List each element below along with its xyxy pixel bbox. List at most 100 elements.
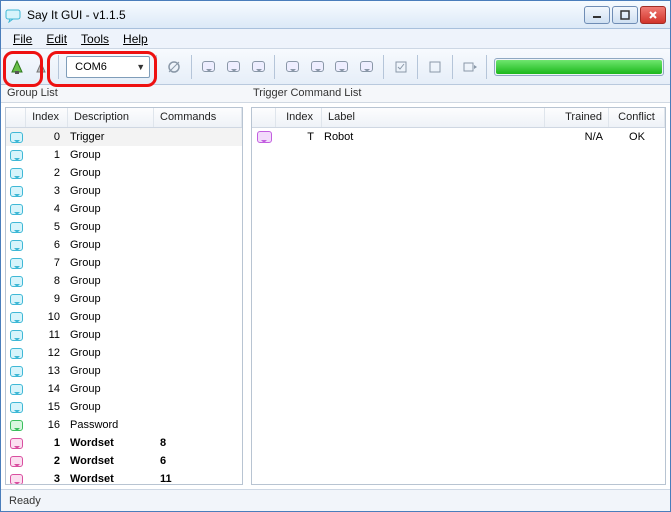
speech-bubble-icon xyxy=(10,168,23,179)
row-icon xyxy=(6,258,26,269)
table-row[interactable]: 10Group xyxy=(6,308,242,326)
row-index: 9 xyxy=(26,293,68,305)
table-row[interactable]: 4Group xyxy=(6,200,242,218)
close-button[interactable] xyxy=(640,6,666,24)
row-description: Wordset xyxy=(68,437,154,449)
speech-bubble-icon xyxy=(10,204,23,215)
table-row[interactable]: 12Group xyxy=(6,344,242,362)
table-row[interactable]: 2Wordset6 xyxy=(6,452,242,470)
minimize-button[interactable] xyxy=(584,6,610,24)
row-description: Group xyxy=(68,383,154,395)
row-description: Trigger xyxy=(68,131,154,143)
row-commands: 8 xyxy=(154,437,242,449)
speech-bubble-icon xyxy=(10,384,23,395)
menu-file[interactable]: File xyxy=(7,30,38,48)
row-index: 3 xyxy=(26,185,68,197)
table-row[interactable]: 1Wordset8 xyxy=(6,434,242,452)
row-description: Group xyxy=(68,203,154,215)
trigger-list-pane: Index Label Trained Conflict TRobotN/AOK xyxy=(251,107,666,485)
col-icon[interactable] xyxy=(252,108,276,127)
table-row[interactable]: 2Group xyxy=(6,164,242,182)
row-icon xyxy=(6,222,26,233)
row-description: Group xyxy=(68,167,154,179)
table-row[interactable]: 15Group xyxy=(6,398,242,416)
speech-bubble-icon xyxy=(10,258,23,269)
toolbar-separator xyxy=(486,55,488,79)
group-columns: Index Description Commands xyxy=(6,108,242,128)
table-row[interactable]: 1Group xyxy=(6,146,242,164)
window-buttons xyxy=(584,6,666,24)
menu-tools[interactable]: Tools xyxy=(75,30,115,48)
col-icon[interactable] xyxy=(6,108,26,127)
connect-button[interactable] xyxy=(7,55,28,79)
col-commands[interactable]: Commands xyxy=(154,108,242,127)
col-index[interactable]: Index xyxy=(276,108,322,127)
window-title: Say It GUI - v1.1.5 xyxy=(27,8,584,22)
tool-btn-10[interactable] xyxy=(425,55,446,79)
panel-headers: Group List Trigger Command List xyxy=(1,85,670,103)
trigger-rows: TRobotN/AOK xyxy=(252,128,665,484)
table-row[interactable]: 9Group xyxy=(6,290,242,308)
row-icon xyxy=(6,204,26,215)
port-select[interactable]: COM6 ▼ xyxy=(66,56,150,78)
row-index: 1 xyxy=(26,149,68,161)
menu-edit[interactable]: Edit xyxy=(40,30,73,48)
toolbar-separator xyxy=(417,55,419,79)
maximize-button[interactable] xyxy=(612,6,638,24)
tool-btn-7[interactable] xyxy=(332,55,353,79)
table-row[interactable]: 11Group xyxy=(6,326,242,344)
table-row[interactable]: TRobotN/AOK xyxy=(252,128,665,146)
table-row[interactable]: 8Group xyxy=(6,272,242,290)
disconnect-button[interactable] xyxy=(32,55,53,79)
row-index: 2 xyxy=(26,455,68,467)
table-row[interactable]: 5Group xyxy=(6,218,242,236)
speech-bubble-icon xyxy=(10,222,23,233)
row-commands: 11 xyxy=(154,473,242,484)
row-icon xyxy=(6,294,26,305)
row-description: Group xyxy=(68,293,154,305)
row-description: Group xyxy=(68,257,154,269)
table-row[interactable]: 14Group xyxy=(6,380,242,398)
tool-btn-2[interactable] xyxy=(198,55,219,79)
table-row[interactable]: 3Group xyxy=(6,182,242,200)
tool-btn-11[interactable] xyxy=(460,55,481,79)
table-row[interactable]: 0Trigger xyxy=(6,128,242,146)
col-index[interactable]: Index xyxy=(26,108,68,127)
row-icon xyxy=(6,240,26,251)
table-row[interactable]: 13Group xyxy=(6,362,242,380)
row-index: 13 xyxy=(26,365,68,377)
row-description: Group xyxy=(68,311,154,323)
menu-help[interactable]: Help xyxy=(117,30,154,48)
row-icon xyxy=(6,150,26,161)
toolbar-separator xyxy=(58,55,60,79)
row-icon xyxy=(6,384,26,395)
speech-bubble-icon xyxy=(10,294,23,305)
row-index: 1 xyxy=(26,437,68,449)
tool-btn-5[interactable] xyxy=(282,55,303,79)
row-index: 0 xyxy=(26,131,68,143)
table-row[interactable]: 6Group xyxy=(6,236,242,254)
row-index: 4 xyxy=(26,203,68,215)
tool-btn-3[interactable] xyxy=(223,55,244,79)
speech-bubble-icon xyxy=(10,240,23,251)
tool-btn-9[interactable] xyxy=(391,55,412,79)
tool-btn-1[interactable] xyxy=(164,55,185,79)
speech-bubble-icon xyxy=(10,150,23,161)
menu-bar: File Edit Tools Help xyxy=(1,29,670,49)
tool-btn-4[interactable] xyxy=(248,55,269,79)
port-value: COM6 xyxy=(75,61,107,73)
col-description[interactable]: Description xyxy=(68,108,154,127)
col-conflict[interactable]: Conflict xyxy=(609,108,665,127)
table-row[interactable]: 3Wordset11 xyxy=(6,470,242,484)
tool-btn-8[interactable] xyxy=(356,55,377,79)
speech-bubble-icon xyxy=(10,276,23,287)
row-commands: 6 xyxy=(154,455,242,467)
row-description: Wordset xyxy=(68,473,154,484)
col-trained[interactable]: Trained xyxy=(545,108,609,127)
col-label[interactable]: Label xyxy=(322,108,545,127)
tool-btn-6[interactable] xyxy=(307,55,328,79)
speech-bubble-icon xyxy=(10,330,23,341)
row-icon xyxy=(6,420,26,431)
table-row[interactable]: 16Password xyxy=(6,416,242,434)
table-row[interactable]: 7Group xyxy=(6,254,242,272)
